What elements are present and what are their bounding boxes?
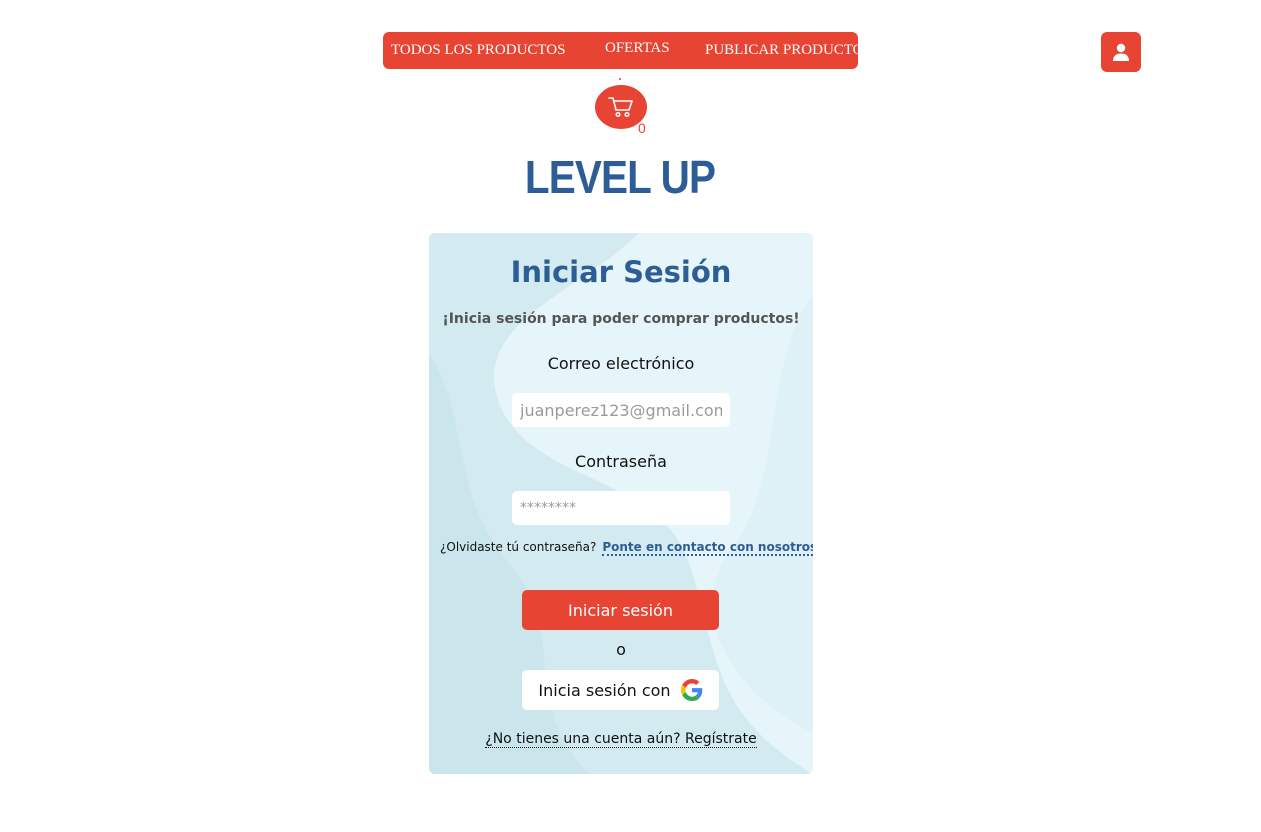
register-link[interactable]: ¿No tienes una cuenta aún? Regístrate [485,731,757,748]
google-login-button[interactable]: Inicia sesión con [522,670,719,710]
user-icon [1113,43,1129,61]
forgot-password-row: ¿Olvidaste tú contraseña? Ponte en contac… [440,540,813,556]
nav-all-products[interactable]: TODOS LOS PRODUCTOS [391,32,566,69]
register-link-row: ¿No tienes una cuenta aún? Regístrate [429,731,813,748]
login-card: Iniciar Sesión ¡Inicia sesión para poder… [429,233,813,774]
password-field[interactable] [512,491,730,525]
email-field[interactable] [512,393,730,427]
login-title: Iniciar Sesión [510,255,732,289]
cart-count: 0 [638,120,646,136]
login-subtitle: ¡Inicia sesión para poder comprar produc… [442,311,800,327]
or-separator: o [616,640,626,659]
user-account-button[interactable] [1101,32,1141,72]
password-label: Contraseña [575,452,667,471]
login-submit-button[interactable]: Iniciar sesión [522,590,719,630]
google-login-label: Inicia sesión con [538,680,671,700]
cart-icon [608,97,633,118]
page: TODOS LOS PRODUCTOS OFERTAS PUBLICAR PRO… [0,0,1261,832]
cart-indicator-dot [619,78,621,80]
brand-logo[interactable]: LEVEL UP [74,150,1165,204]
nav-publish-products[interactable]: PUBLICAR PRODUCTOS [705,32,872,69]
google-icon [680,679,702,701]
forgot-password-text: ¿Olvidaste tú contraseña? [440,540,597,554]
top-nav: TODOS LOS PRODUCTOS OFERTAS PUBLICAR PRO… [383,30,872,69]
nav-offers[interactable]: OFERTAS [605,30,670,67]
contact-us-link[interactable]: Ponte en contacto con nosotros [602,540,813,556]
email-label: Correo electrónico [547,354,695,373]
